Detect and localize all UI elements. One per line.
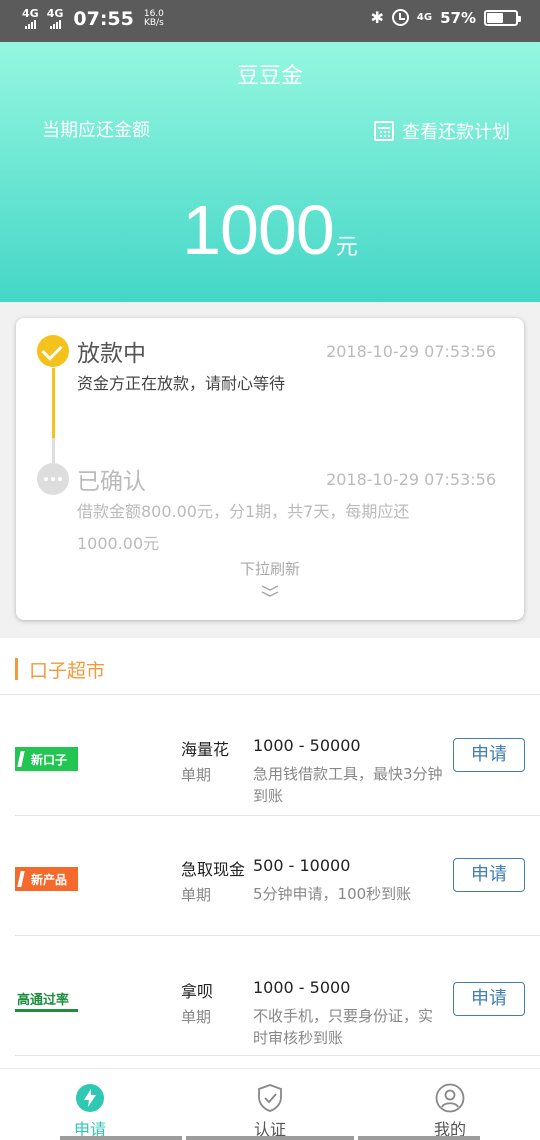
list-item[interactable]: 新产品 急取现金 单期 500 - 10000 5分钟申请，100秒到账 申请 xyxy=(15,816,540,936)
step-time-disbursing: 2018-10-29 07:53:56 xyxy=(326,342,496,361)
product-logo: 新口子 xyxy=(15,747,78,771)
due-amount-label: 当期应还金额 xyxy=(42,120,150,141)
loan-status-card: 放款中 2018-10-29 07:53:56 资金方正在放款，请耐心等待 已确… xyxy=(16,318,524,620)
product-desc: 不收手机，只要身份证，实时审核秒到账 xyxy=(253,1007,434,1047)
tab-apply[interactable]: 申请 xyxy=(0,1069,180,1140)
check-circle-icon xyxy=(37,335,69,367)
product-name: 海量花 xyxy=(181,740,230,759)
product-range: 1000 - 5000 xyxy=(253,978,351,997)
step-title-disbursing: 放款中 xyxy=(77,341,146,367)
calendar-icon xyxy=(374,121,394,141)
product-name: 拿呗 xyxy=(181,982,214,1001)
network-type: 4G xyxy=(416,12,433,23)
due-amount-value: 1000 xyxy=(182,191,335,269)
timeline-line-active xyxy=(52,368,55,438)
section-header: 口子超市 xyxy=(0,638,540,695)
step-title-confirmed: 已确认 xyxy=(77,469,146,495)
bluetooth-icon: ✱ xyxy=(370,8,384,27)
loan-market-section: 口子超市 新口子 海量花 单期 1000 - 50000 急用钱借款工具，最快3… xyxy=(0,638,540,1078)
tab-verify[interactable]: 认证 xyxy=(180,1069,360,1140)
home-indicator xyxy=(186,1136,354,1140)
pull-to-refresh-hint: 下拉刷新 xyxy=(239,560,300,578)
tab-mine[interactable]: 我的 xyxy=(360,1069,540,1140)
clock: 07:55 xyxy=(73,8,134,30)
product-desc: 急用钱借款工具，最快3分钟到账 xyxy=(253,765,443,805)
product-logo: 新产品 xyxy=(15,867,78,891)
product-period: 单期 xyxy=(181,1008,212,1026)
section-accent-bar xyxy=(15,658,18,680)
list-item[interactable]: 新口子 海量花 单期 1000 - 50000 急用钱借款工具，最快3分钟到账 … xyxy=(15,696,540,816)
network-speed: 16.0 KB/s xyxy=(143,9,164,28)
apply-button[interactable]: 申请 xyxy=(453,858,525,892)
battery-percent: 57% xyxy=(440,8,476,27)
product-period: 单期 xyxy=(181,766,212,784)
product-range: 1000 - 50000 xyxy=(253,736,361,755)
list-item[interactable]: 高通过率 拿呗 单期 1000 - 5000 不收手机，只要身份证，实时审核秒到… xyxy=(15,936,540,1056)
apply-button[interactable]: 申请 xyxy=(453,982,525,1016)
product-range: 500 - 10000 xyxy=(253,856,351,875)
signal-sim1-icon: 4G xyxy=(22,8,39,29)
step-desc-confirmed: 借款金额800.00元，分1期，共7天，每期应还1000.00元 xyxy=(77,502,410,553)
due-amount: 1000元 xyxy=(0,190,540,270)
repayment-header: 豆豆金 当期应还金额 查看还款计划 1000元 xyxy=(0,42,540,302)
alarm-icon xyxy=(391,9,409,26)
section-title: 口子超市 xyxy=(29,660,106,682)
product-logo: 高通过率 xyxy=(15,988,78,1012)
step-time-confirmed: 2018-10-29 07:53:56 xyxy=(326,470,496,489)
bottom-nav: 申请 认证 我的 xyxy=(0,1068,540,1140)
battery-icon xyxy=(484,9,521,26)
timeline-line-pending xyxy=(52,438,55,466)
due-amount-unit: 元 xyxy=(335,235,358,260)
page-title: 豆豆金 xyxy=(236,64,303,89)
step-desc-disbursing: 资金方正在放款，请耐心等待 xyxy=(77,374,286,393)
view-repayment-plan-link[interactable]: 查看还款计划 xyxy=(374,118,510,144)
user-icon xyxy=(435,1083,465,1113)
product-period: 单期 xyxy=(181,886,212,904)
signal-sim2-icon: 4G xyxy=(47,8,63,29)
view-repayment-plan-label: 查看还款计划 xyxy=(402,122,510,143)
lightning-icon xyxy=(76,1084,104,1112)
product-name: 急取现金 xyxy=(181,860,246,879)
more-dots-icon xyxy=(37,463,69,495)
home-indicator xyxy=(358,1136,480,1140)
shield-check-icon xyxy=(258,1084,282,1112)
double-chevron-down-icon xyxy=(261,585,279,597)
status-bar: 4G 4G 07:55 16.0 KB/s ✱ 4G 57% xyxy=(0,0,540,42)
home-indicator xyxy=(60,1136,182,1140)
product-desc: 5分钟申请，100秒到账 xyxy=(253,885,412,903)
apply-button[interactable]: 申请 xyxy=(453,738,525,772)
